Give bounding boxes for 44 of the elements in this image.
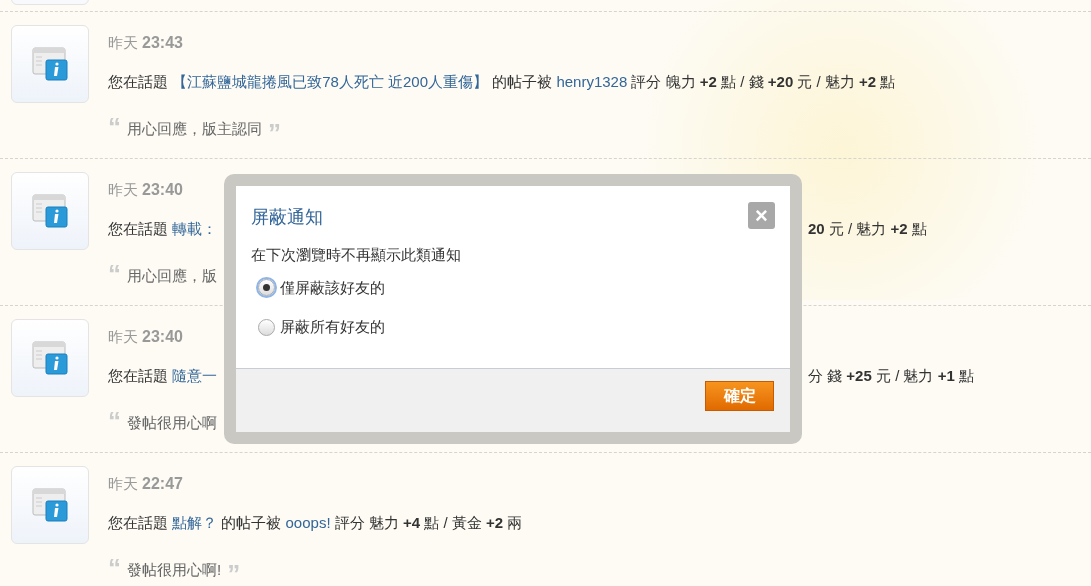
quote-mark: “ — [108, 263, 121, 285]
topic-link[interactable]: 【江蘇鹽城龍捲風已致78人死亡 近200人重傷】 — [172, 71, 489, 93]
quote-mark: ” — [227, 563, 241, 585]
quote-mark: “ — [108, 116, 121, 138]
message-text: 您在話題 — [108, 366, 169, 386]
message-text: 評分 魅力 +4 點 / 黃金 +2 兩 — [333, 513, 523, 533]
info-window-icon — [32, 488, 68, 522]
message-text: 的帖子被 — [491, 72, 554, 92]
comment-text: 發帖很用心啊 — [127, 413, 217, 433]
quote-mark: ” — [268, 122, 281, 144]
date-label: 昨天 — [108, 327, 138, 347]
time-text: 23:40 — [142, 327, 183, 347]
radio-button[interactable] — [258, 279, 275, 297]
message-text: 評分 魄力 +2 點 / 錢 +20 元 / 魅力 +2 點 — [630, 72, 896, 92]
time-text: 23:43 — [142, 33, 183, 53]
topic-link[interactable]: 點解？ — [172, 512, 218, 534]
quote-mark: “ — [108, 410, 121, 432]
topic-link[interactable]: henry1328 — [556, 71, 628, 93]
info-window-icon — [32, 194, 68, 228]
radio-option[interactable]: 屏蔽所有好友的 — [258, 316, 768, 339]
message-text: 您在話題 — [108, 513, 169, 533]
date-label: 昨天 — [108, 33, 138, 53]
message-text: 您在話題 — [108, 72, 169, 92]
comment-text: 用心回應，版 — [127, 266, 217, 286]
message-text: 的帖子被 — [220, 513, 283, 533]
message-text: 20 元 / 魅力 +2 點 — [808, 219, 927, 239]
topic-link[interactable]: 轉載： — [172, 218, 218, 240]
radio-option[interactable]: 僅屏蔽該好友的 — [258, 276, 768, 299]
info-window-icon — [32, 47, 68, 81]
topic-link[interactable]: 隨意一 — [172, 365, 218, 387]
comment-text: 發帖很用心啊! — [127, 560, 222, 580]
info-window-icon — [32, 341, 68, 375]
dialog-message: 在下次瀏覽時不再顯示此類通知 — [250, 245, 462, 265]
time-text: 22:47 — [142, 474, 183, 494]
date-label: 昨天 — [108, 180, 138, 200]
topic-link[interactable]: ooops! — [285, 512, 331, 534]
quote-mark: “ — [108, 557, 121, 579]
radio-button[interactable] — [258, 318, 275, 336]
dialog-title: 屏蔽通知 — [251, 205, 323, 229]
comment-text: 用心回應，版主認同 — [127, 119, 262, 139]
date-label: 昨天 — [108, 474, 138, 494]
time-text: 23:40 — [142, 180, 183, 200]
message-text: 分 錢 +25 元 / 魅力 +1 點 — [808, 366, 974, 386]
message-text: 您在話題 — [108, 219, 169, 239]
